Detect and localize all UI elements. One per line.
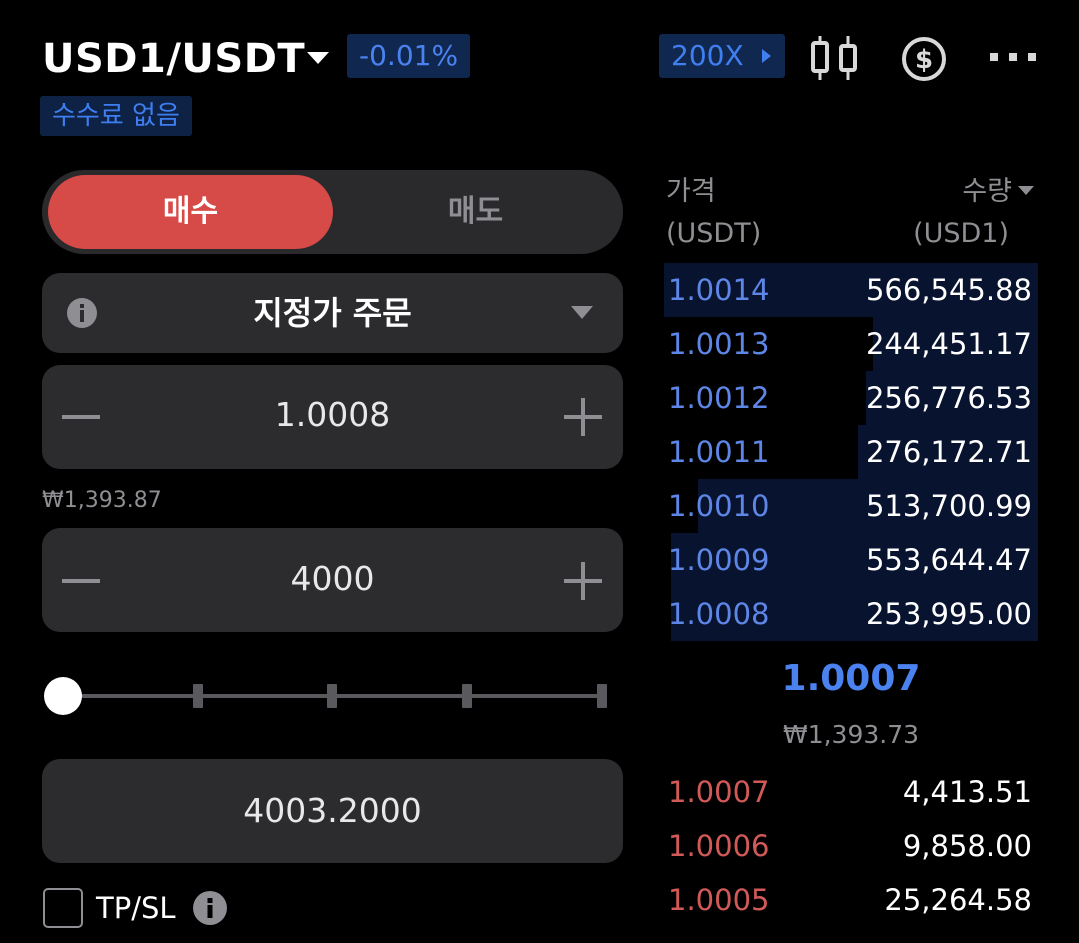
- amount-slider-handle[interactable]: [44, 677, 82, 715]
- last-price[interactable]: 1.0007: [664, 658, 1038, 699]
- slider-tick-25[interactable]: [193, 684, 203, 708]
- ask-price: 1.0011: [668, 435, 770, 469]
- ask-price: 1.0014: [668, 273, 770, 307]
- bid-quantity: 4,413.51: [902, 775, 1032, 809]
- bid-price: 1.0006: [668, 829, 770, 863]
- orderbook-qty-header[interactable]: 수량: [962, 172, 1012, 212]
- bid-row[interactable]: 1.0006 9,858.00: [664, 819, 1038, 873]
- more-options-icon[interactable]: [988, 50, 1038, 64]
- dollar-circle-icon[interactable]: $: [901, 36, 947, 82]
- bid-quantity: 9,858.00: [902, 829, 1032, 863]
- ask-row[interactable]: 1.0014 566,545.88: [664, 263, 1038, 317]
- ask-quantity: 276,172.71: [865, 435, 1032, 469]
- price-stepper[interactable]: 1.0008: [42, 365, 623, 469]
- bid-quantity: 25,264.58: [884, 883, 1032, 917]
- orderbook-price-unit: (USDT): [666, 218, 762, 249]
- order-type-dropdown-icon[interactable]: [571, 306, 593, 319]
- buy-tab[interactable]: 매수: [48, 175, 333, 249]
- ask-row[interactable]: 1.0012 256,776.53: [664, 371, 1038, 425]
- tpsl-checkbox[interactable]: [43, 888, 83, 928]
- increase-quantity-icon-vertical[interactable]: [581, 562, 585, 600]
- slider-tick-75[interactable]: [462, 684, 472, 708]
- pair-dropdown-icon[interactable]: [307, 52, 329, 64]
- bid-row[interactable]: 1.0007 4,413.51: [664, 765, 1038, 819]
- sell-tab[interactable]: 매도: [333, 175, 618, 249]
- price-change-badge: -0.01%: [347, 34, 471, 78]
- orderbook-qty-unit: (USD1): [913, 218, 1009, 249]
- order-type-label: 지정가 주문: [253, 294, 412, 332]
- bid-price: 1.0007: [668, 775, 770, 809]
- info-icon[interactable]: [66, 297, 98, 329]
- bid-row[interactable]: 1.0005 25,264.58: [664, 873, 1038, 927]
- tpsl-label[interactable]: TP/SL: [96, 891, 176, 925]
- ask-row[interactable]: 1.0008 253,995.00: [664, 587, 1038, 641]
- qty-unit-dropdown-icon[interactable]: [1018, 186, 1034, 195]
- quantity-stepper[interactable]: 4000: [42, 528, 623, 632]
- leverage-button[interactable]: 200X: [659, 34, 785, 78]
- quantity-input[interactable]: 4000: [42, 559, 623, 598]
- ask-row[interactable]: 1.0009 553,644.47: [664, 533, 1038, 587]
- ask-price: 1.0010: [668, 489, 770, 523]
- no-fee-badge: 수수료 없음: [40, 96, 192, 136]
- ask-row[interactable]: 1.0010 513,700.99: [664, 479, 1038, 533]
- bid-price: 1.0005: [668, 883, 770, 917]
- ask-price: 1.0008: [668, 597, 770, 631]
- last-price-krw: ₩1,393.73: [782, 720, 920, 749]
- ask-row[interactable]: 1.0011 276,172.71: [664, 425, 1038, 479]
- price-input[interactable]: 1.0008: [42, 395, 623, 434]
- svg-text:$: $: [915, 45, 933, 75]
- tpsl-info-icon[interactable]: [192, 890, 228, 926]
- ask-quantity: 253,995.00: [865, 597, 1032, 631]
- candlestick-chart-icon[interactable]: [808, 34, 860, 82]
- price-krw-equivalent: ₩1,393.87: [42, 488, 162, 513]
- ask-price: 1.0013: [668, 327, 770, 361]
- ask-row[interactable]: 1.0013 244,451.17: [664, 317, 1038, 371]
- ask-quantity: 513,700.99: [865, 489, 1032, 523]
- increase-price-icon-vertical[interactable]: [581, 398, 585, 436]
- slider-tick-100[interactable]: [597, 684, 607, 708]
- ask-quantity: 256,776.53: [865, 381, 1032, 415]
- ask-quantity: 566,545.88: [865, 273, 1032, 307]
- ask-price: 1.0012: [668, 381, 770, 415]
- ask-quantity: 244,451.17: [865, 327, 1032, 361]
- ask-price: 1.0009: [668, 543, 770, 577]
- orderbook-price-header: 가격: [666, 176, 716, 207]
- leverage-label: 200X: [671, 39, 744, 72]
- slider-tick-50[interactable]: [327, 684, 337, 708]
- ask-quantity: 553,644.47: [865, 543, 1032, 577]
- order-total-value: 4003.2000: [243, 791, 422, 830]
- play-arrow-icon: [762, 49, 771, 63]
- trading-pair-title[interactable]: USD1/USDT: [42, 36, 305, 82]
